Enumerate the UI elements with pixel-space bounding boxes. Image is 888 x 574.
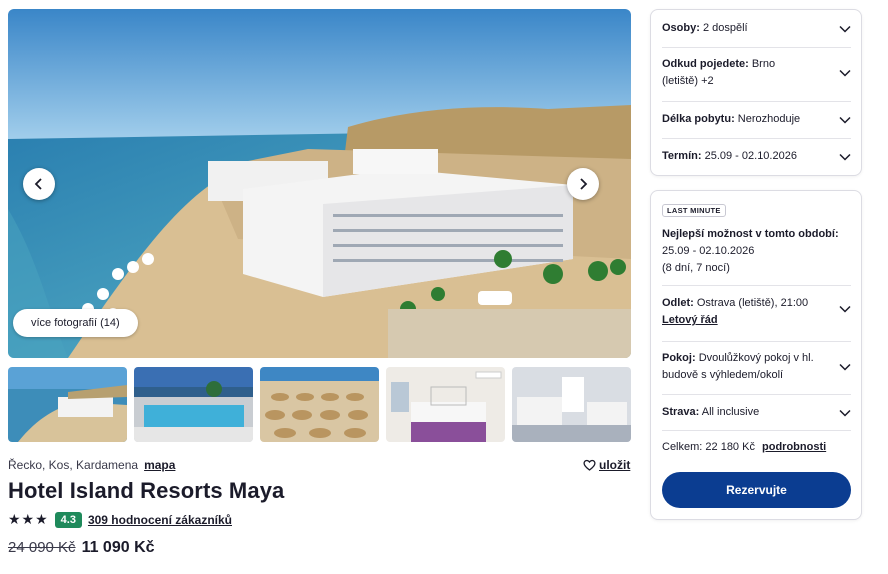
persons-selector[interactable]: Osoby: 2 dospělí: [662, 20, 851, 37]
length-label: Délka pobytu:: [662, 113, 735, 125]
save-button[interactable]: uložit: [583, 458, 630, 472]
divider: [662, 138, 851, 139]
chevron-down-icon: [839, 305, 851, 313]
hotel-location: Řecko, Kos, Kardamena mapa: [8, 458, 175, 472]
chevron-right-icon: [580, 178, 588, 190]
departure-value: Brno: [751, 58, 776, 70]
chevron-down-icon: [839, 153, 851, 161]
reserve-button[interactable]: Rezervujte: [662, 472, 851, 508]
location-text: Řecko, Kos, Kardamena: [8, 458, 139, 472]
departure-value-2: (letiště) +2: [662, 75, 714, 87]
total-label: Celkem:: [662, 441, 703, 453]
departure-selector[interactable]: Odkud pojedete: Brno (letiště) +2: [662, 56, 851, 90]
save-label: uložit: [599, 458, 631, 472]
chevron-down-icon: [839, 25, 851, 33]
room-selector[interactable]: Pokoj: Dvoulůžkový pokoj v hl. budově s …: [662, 350, 851, 384]
board-selector[interactable]: Strava: All inclusive: [662, 404, 851, 421]
term-label: Termín:: [662, 150, 702, 162]
reviews-link[interactable]: 309 hodnocení zákazníků: [88, 513, 232, 527]
chevron-down-icon: [839, 363, 851, 371]
search-filters-panel: Osoby: 2 dospělí Odkud pojedete: Brno (l…: [650, 9, 862, 176]
room-label: Pokoj:: [662, 352, 696, 364]
thumbnail-hotel-exterior[interactable]: [8, 367, 127, 442]
best-option-title: Nejlepší možnost v tomto období:: [662, 228, 839, 240]
old-price: 24 090 Kč: [8, 539, 76, 556]
room-value-2: budově s výhledem/okolí: [662, 369, 784, 381]
star-rating: ★★★: [8, 511, 49, 527]
previous-photo-button[interactable]: [23, 168, 55, 200]
board-value: All inclusive: [701, 406, 760, 418]
price-row: 24 090 Kč 11 090 Kč: [8, 539, 155, 557]
chevron-left-icon: [34, 178, 42, 190]
more-photos-button[interactable]: více fotografií (14): [13, 309, 138, 337]
last-minute-badge: LAST MINUTE: [662, 204, 726, 217]
term-value: 25.09 - 02.10.2026: [704, 150, 797, 162]
chevron-down-icon: [839, 69, 851, 77]
divider: [662, 394, 851, 395]
hotel-name: Hotel Island Resorts Maya: [8, 478, 285, 503]
details-link[interactable]: podrobnosti: [762, 441, 826, 453]
flight-value: Ostrava (letiště), 21:00: [696, 297, 809, 309]
thumbnail-pool[interactable]: [134, 367, 253, 442]
rating-row: ★★★ 4.3 309 hodnocení zákazníků: [8, 511, 232, 528]
divider: [662, 101, 851, 102]
persons-value: 2 dospělí: [702, 22, 748, 34]
thumbnail-room-2[interactable]: [512, 367, 631, 442]
main-hotel-photo[interactable]: [8, 9, 631, 358]
timetable-link[interactable]: Letový řád: [662, 314, 718, 326]
stay-length-selector[interactable]: Délka pobytu: Nerozhoduje: [662, 111, 851, 128]
heart-icon: [583, 459, 596, 471]
length-value: Nerozhoduje: [737, 113, 801, 125]
divider: [662, 430, 851, 431]
current-price: 11 090 Kč: [81, 539, 155, 556]
divider: [662, 341, 851, 342]
best-option-duration: (8 dní, 7 nocí): [662, 262, 730, 274]
persons-label: Osoby:: [662, 22, 700, 34]
term-selector[interactable]: Termín: 25.09 - 02.10.2026: [662, 148, 851, 165]
thumbnail-room-1[interactable]: [386, 367, 505, 442]
departure-label: Odkud pojedete:: [662, 58, 749, 70]
divider: [662, 47, 851, 48]
review-score-badge: 4.3: [54, 511, 82, 528]
thumbnail-beach[interactable]: [260, 367, 379, 442]
total-value: 22 180 Kč: [705, 441, 755, 453]
chevron-down-icon: [839, 116, 851, 124]
divider: [662, 285, 851, 286]
map-link[interactable]: mapa: [144, 458, 175, 472]
board-label: Strava:: [662, 406, 700, 418]
chevron-down-icon: [839, 409, 851, 417]
next-photo-button[interactable]: [567, 168, 599, 200]
best-option: Nejlepší možnost v tomto období: 25.09 -…: [662, 226, 852, 277]
best-option-dates: 25.09 - 02.10.2026: [662, 245, 755, 257]
flight-label: Odlet:: [662, 297, 694, 309]
offer-panel: LAST MINUTE Nejlepší možnost v tomto obd…: [650, 190, 862, 520]
total-price: Celkem: 22 180 Kč podrobnosti: [662, 439, 851, 456]
room-value: Dvoulůžkový pokoj v hl.: [698, 352, 814, 364]
flight-selector[interactable]: Odlet: Ostrava (letiště), 21:00 Letový ř…: [662, 295, 851, 329]
